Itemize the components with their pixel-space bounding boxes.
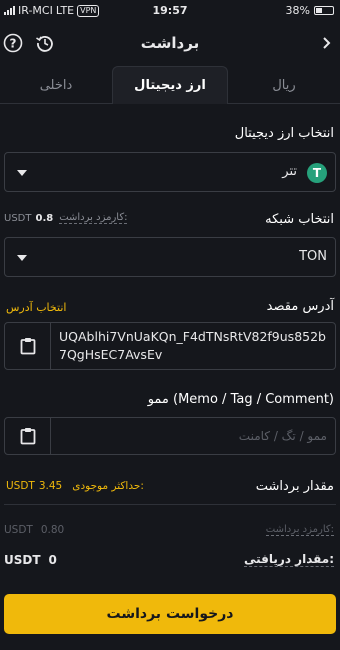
max-balance-value: 3.45 [38, 480, 63, 492]
address-input[interactable]: UQAblhi7VnUaKQn_F4dTNsRtV82f9us852b7QgHs… [4, 322, 336, 370]
header: ? برداشت [0, 26, 340, 62]
battery-percent: 38% [285, 4, 310, 17]
battery-icon [314, 6, 334, 15]
address-value: UQAblhi7VnUaKQn_F4dTNsRtV82f9us852b7QgHs… [59, 329, 326, 362]
page-title: برداشت [140, 34, 200, 52]
amount-fee-unit: USDT [4, 524, 33, 536]
amount-fee-value: 0.80 [40, 524, 65, 536]
receive-amount: USDT 0 [4, 553, 57, 567]
tab-rial[interactable]: ریال [228, 66, 340, 104]
clipboard-icon [20, 338, 35, 355]
amount-fee: USDT 0.80 [4, 524, 64, 536]
memo-label: ممو (Memo / Tag / Comment) [147, 392, 334, 407]
paste-clipboard-button[interactable] [5, 323, 51, 369]
max-balance-label: حداکثر موجودی: [72, 480, 144, 492]
tab-crypto[interactable]: ارز دیجیتال [112, 66, 228, 104]
memo-input[interactable]: ممو / تگ / کامنت [4, 417, 336, 455]
network-fee-unit: USDT [4, 212, 32, 224]
network-value: TON [299, 249, 327, 264]
amount-fee-label: کارمزد برداشت: [265, 524, 334, 536]
network-label: انتخاب شبکه [265, 212, 334, 227]
network-fee-label: کارمزد برداشت: [59, 212, 128, 224]
tab-internal[interactable]: داخلی [0, 66, 112, 104]
status-bar: IR-MCI LTE VPN 19:57 38% [0, 0, 340, 20]
receive-value: 0 [48, 553, 57, 567]
currency-value: تتر [282, 164, 297, 179]
receive-unit: USDT [4, 553, 41, 567]
caret-down-icon [17, 170, 27, 176]
receive-label: مقدار دریافتی: [244, 552, 334, 567]
network-fee-value: 0.8 [35, 212, 54, 224]
memo-placeholder: ممو / تگ / کامنت [238, 429, 327, 443]
amount-label: مقدار برداشت [255, 479, 334, 494]
network-select[interactable]: TON [4, 237, 336, 277]
caret-down-icon [17, 255, 27, 261]
tether-icon: T [307, 163, 327, 183]
withdraw-request-button[interactable]: درخواست برداشت [4, 594, 336, 634]
network-fee: USDT 0.8 کارمزد برداشت: [4, 212, 128, 224]
max-balance-unit: USDT [6, 480, 35, 492]
max-balance[interactable]: USDT 3.45 حداکثر موجودی: [6, 480, 144, 492]
clipboard-icon [20, 428, 35, 445]
address-label: آدرس مقصد [266, 299, 334, 314]
currency-select[interactable]: تتر T [4, 152, 336, 192]
paste-clipboard-button[interactable] [5, 418, 51, 454]
divider [4, 504, 336, 505]
currency-label: انتخاب ارز دیجیتال [234, 126, 334, 141]
back-chevron-icon[interactable] [316, 32, 338, 54]
tab-bar: ریال ارز دیجیتال داخلی [0, 66, 340, 104]
select-address-link[interactable]: انتخاب آدرس [6, 301, 66, 314]
